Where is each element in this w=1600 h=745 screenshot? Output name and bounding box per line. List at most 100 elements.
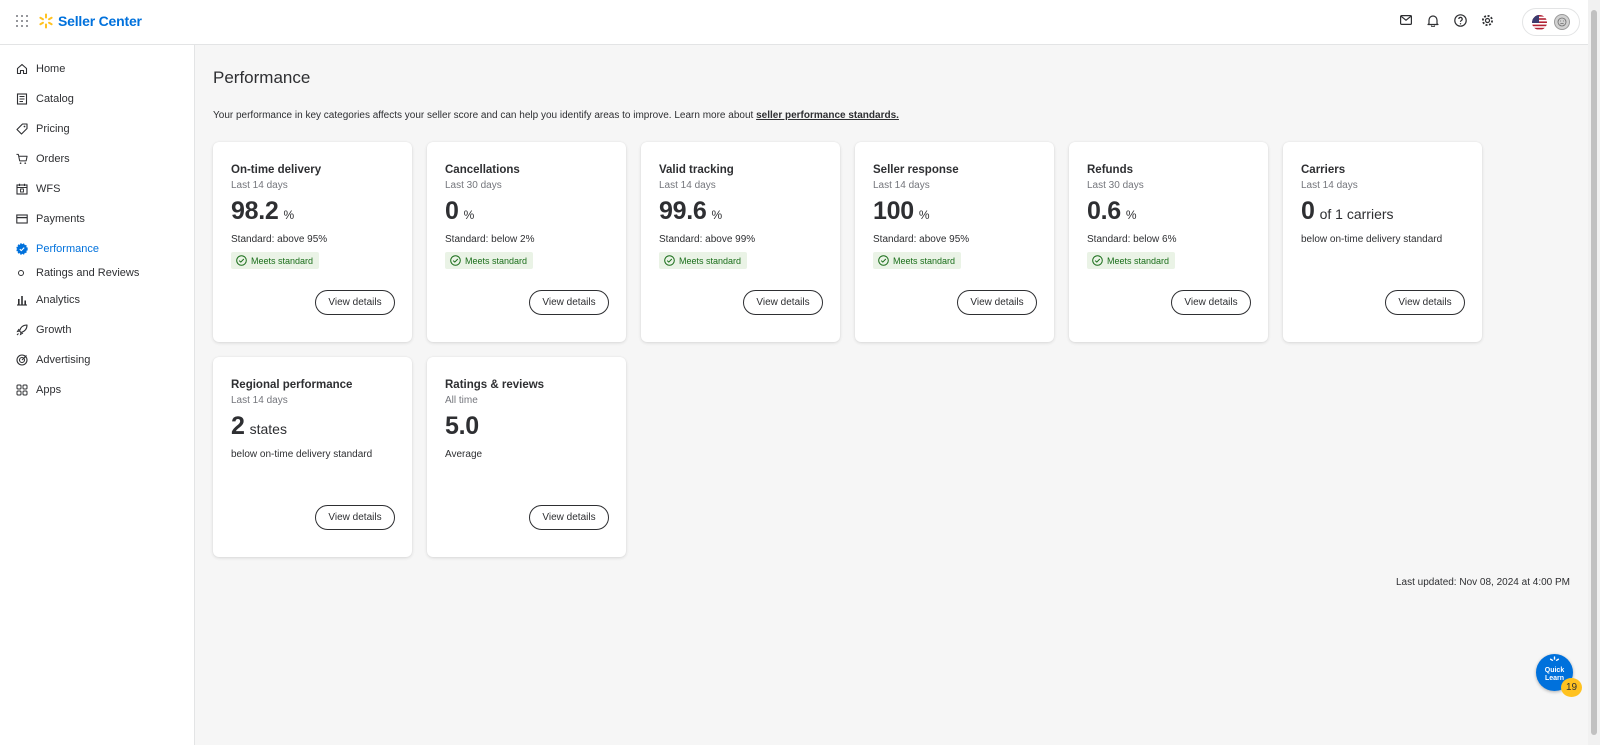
home-icon [16,63,28,75]
card-value: 5.0 [445,412,479,441]
badge-label: Meets standard [465,255,528,266]
sidebar-item-analytics[interactable]: Analytics [0,288,194,312]
card-title: Regional performance [231,379,353,391]
help-icon[interactable] [1453,13,1467,27]
sidebar-item-ratings-and-reviews[interactable]: Ratings and Reviews [0,261,194,285]
settings-icon[interactable] [1480,13,1494,27]
metric-unit: % [463,208,475,222]
scrollbar-thumb[interactable] [1591,10,1597,735]
card-title: Seller response [873,164,959,176]
card-value: 100% [873,197,929,226]
view-details-button[interactable]: View details [529,290,609,315]
sidebar-item-label: Advertising [36,354,91,366]
badge-label: Meets standard [893,255,956,266]
walmart-spark-icon [39,13,53,29]
dot-icon [18,270,24,276]
sidebar-item-advertising[interactable]: Advertising [0,348,194,372]
view-details-button[interactable]: View details [315,290,395,315]
sidebar-item-home[interactable]: Home [0,57,194,81]
sidebar-item-growth[interactable]: Growth [0,318,194,342]
card-period: Last 14 days [873,180,930,191]
card-period: Last 30 days [445,180,502,191]
card-title: On-time delivery [231,164,322,176]
card-standard: Average [445,449,483,460]
metric-number: 0.6 [1087,197,1121,225]
avatar-icon [1553,14,1570,30]
card-period: All time [445,395,478,406]
bell-icon[interactable] [1426,13,1440,27]
sidebar-item-performance[interactable]: Performance [0,237,194,261]
sidebar-item-wfs[interactable]: WFS [0,177,194,201]
intro-body: Your performance in key categories affec… [213,110,757,121]
card-on-time-delivery: On-time delivery Last 14 days 98.2% Stan… [213,142,412,342]
apps-icon [16,384,28,396]
metric-unit: of 1 carriers [1319,206,1394,222]
metric-unit: % [1125,208,1137,222]
card-standard: below on-time delivery standard [1301,234,1443,245]
quick-learn-line2: Learn [1544,675,1565,682]
performance-standards-link[interactable]: seller performance standards. [756,110,899,121]
card-value: 0% [445,197,474,226]
sidebar-item-label: Catalog [36,93,74,105]
sidebar-item-orders[interactable]: Orders [0,147,194,171]
view-details-button[interactable]: View details [1385,290,1465,315]
card-period: Last 14 days [231,180,288,191]
sidebar-nav: Home Catalog Pricing Orders WFS Payments… [0,45,195,745]
page-scrollbar[interactable] [1588,0,1600,745]
badge-icon [16,243,28,255]
card-ratings-reviews: Ratings & reviews All time 5.0 Average V… [427,357,626,557]
sidebar-item-label: WFS [36,183,61,195]
card-period: Last 14 days [1301,180,1358,191]
view-details-button[interactable]: View details [315,505,395,530]
sidebar-item-label: Pricing [36,123,70,135]
check-circle-icon [664,255,675,266]
seller-center-logo[interactable]: Seller Center [38,13,142,29]
view-details-button[interactable]: View details [957,290,1037,315]
card-seller-response: Seller response Last 14 days 100% Standa… [855,142,1054,342]
sidebar-item-label: Ratings and Reviews [36,267,140,279]
sidebar-item-label: Performance [36,243,99,255]
sidebar-item-payments[interactable]: Payments [0,207,194,231]
check-circle-icon [1092,255,1103,266]
card-value: 98.2% [231,197,294,226]
view-details-button[interactable]: View details [529,505,609,530]
card-valid-tracking: Valid tracking Last 14 days 99.6% Standa… [641,142,840,342]
mail-icon[interactable] [1399,13,1413,27]
card-title: Valid tracking [659,164,734,176]
header-actions [1399,13,1494,27]
card-title: Ratings & reviews [445,379,545,391]
account-menu[interactable] [1522,8,1580,36]
app-title: Seller Center [58,13,142,29]
top-header: Seller Center [0,0,1588,45]
cart-icon [16,153,28,165]
card-standard: Standard: above 99% [659,234,756,245]
card-standard: Standard: below 6% [1087,234,1177,245]
card-value: 2 states [231,412,287,441]
card-title: Refunds [1087,164,1133,176]
card-value: 0.6% [1087,197,1137,226]
card-period: Last 14 days [231,395,288,406]
rocket-icon [16,324,28,336]
badge-label: Meets standard [679,255,742,266]
target-icon [16,354,28,366]
sidebar-item-apps[interactable]: Apps [0,378,194,402]
metric-unit: % [283,208,295,222]
metric-number: 100 [873,197,914,225]
view-details-button[interactable]: View details [743,290,823,315]
catalog-icon [16,93,28,105]
status-badge: Meets standard [659,252,748,269]
sidebar-item-label: Apps [36,384,62,396]
metric-number: 0 [1301,197,1315,225]
apps-grid-icon[interactable] [16,15,28,27]
sidebar-item-catalog[interactable]: Catalog [0,87,194,111]
check-circle-icon [236,255,247,266]
sidebar-item-label: Home [36,63,66,75]
metric-number: 0 [445,197,459,225]
walmart-spark-icon [1549,656,1560,661]
status-badge: Meets standard [1087,252,1176,269]
card-cancellations: Cancellations Last 30 days 0% Standard: … [427,142,626,342]
sidebar-item-pricing[interactable]: Pricing [0,117,194,141]
status-badge: Meets standard [231,252,320,269]
metric-number: 99.6 [659,197,707,225]
view-details-button[interactable]: View details [1171,290,1251,315]
